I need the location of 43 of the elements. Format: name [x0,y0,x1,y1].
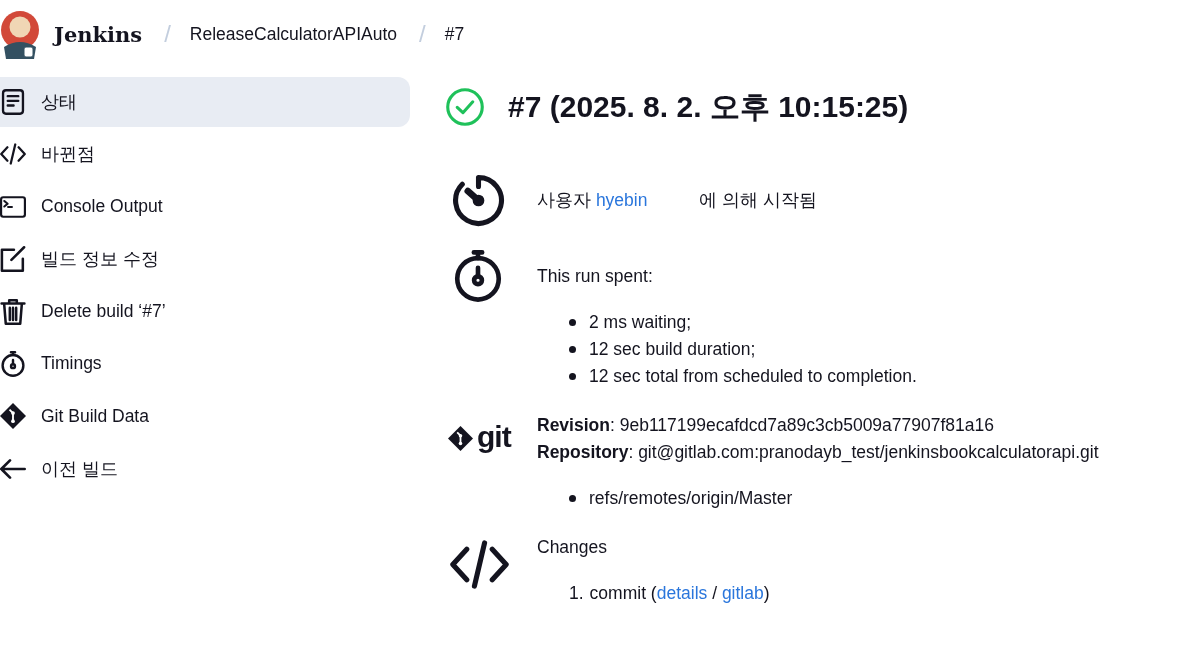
bullet-icon [569,345,576,353]
timer-icon [452,173,505,227]
sidebar-item[interactable]: Git Build Data [0,391,410,442]
sidebar-item[interactable]: 상태 [0,77,410,127]
started-by-text: 사용자 hyebin 에 의해 시작됨 [537,188,818,212]
timing-item: 12 sec total from scheduled to completion. [589,364,917,388]
sidebar-item[interactable]: 이전 빌드 [0,443,410,494]
breadcrumb-link[interactable]: #7 [444,23,465,45]
user-link[interactable]: hyebin [595,189,648,210]
sidebar-item[interactable]: Timings [0,338,410,389]
breadcrumb-separator: / [164,20,171,48]
list-number: 1. [569,581,584,605]
commit-entry: commit (details / gitlab) [589,581,770,605]
git-info-line: Repository: git@gitlab.com:pranodayb_test/jenkinsbookcalculatorapi.git [537,440,1099,465]
terminal-icon [0,193,26,220]
timing-heading: This run spent: [537,264,653,288]
breadcrumb-link[interactable]: ReleaseCalculatorAPIAuto [189,23,398,45]
brand-link[interactable]: Jenkins [54,21,143,47]
trash-icon [0,298,26,325]
sidebar-item[interactable]: 빌드 정보 수정 [0,234,410,285]
sidebar-item[interactable]: 바뀐점 [0,129,410,180]
commit-link[interactable]: details [656,582,708,603]
code-icon [450,540,509,589]
logo-text: git [477,421,511,452]
branch-ref: refs/remotes/origin/Master [589,486,793,510]
stopwatch-icon [0,350,26,377]
timing-item: 12 sec build duration; [589,337,756,361]
code-icon [0,141,26,168]
edit-icon [0,246,26,273]
breadcrumb-separator: / [419,20,426,48]
bullet-icon [569,318,576,326]
build-title: #7 (2025. 8. 2. 오후 10:15:25) [508,88,909,125]
bullet-icon [569,494,576,502]
commit-link[interactable]: gitlab [721,582,764,603]
stopwatch-icon [452,250,504,302]
bullet-icon [569,372,576,380]
changes-heading: Changes [537,535,608,559]
branch-diamond-icon [448,426,473,451]
sidebar-item[interactable]: Console Output [0,181,410,232]
document-icon [0,89,26,115]
git-info-line: Revision: 9eb117199ecafdcd7a89c3cb5009a77907f81a16 [537,413,994,437]
sidebar-item[interactable]: Delete build ‘#7’ [0,286,410,337]
timing-item: 2 ms waiting; [589,310,692,334]
